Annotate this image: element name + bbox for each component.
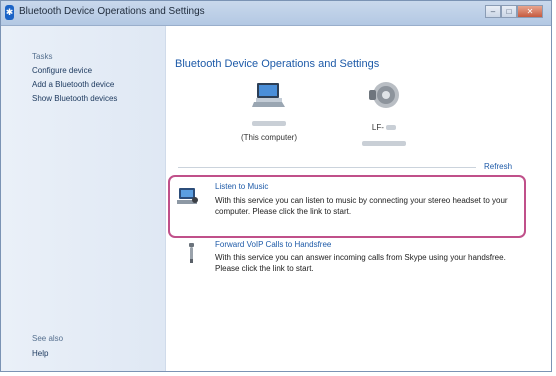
- close-button[interactable]: ✕: [517, 5, 543, 18]
- see-also-heading: See also: [32, 334, 64, 343]
- sidebar-link-configure-device[interactable]: Configure device: [32, 66, 92, 75]
- sidebar-link-show-devices[interactable]: Show Bluetooth devices: [32, 94, 117, 103]
- headset-device[interactable]: LF-: [356, 78, 412, 153]
- sidebar-heading: Tasks: [32, 52, 53, 61]
- computer-device[interactable]: (This computer): [234, 80, 304, 142]
- bluetooth-settings-window: ✱ Bluetooth Device Operations and Settin…: [0, 0, 552, 372]
- maximize-button[interactable]: □: [501, 5, 517, 18]
- window-title: Bluetooth Device Operations and Settings: [19, 6, 205, 17]
- sidebar: Tasks Configure device Add a Bluetooth d…: [1, 26, 166, 371]
- sidebar-link-add-device[interactable]: Add a Bluetooth device: [32, 80, 114, 89]
- refresh-link[interactable]: Refresh: [484, 162, 512, 171]
- window-controls: – □ ✕: [485, 5, 543, 19]
- service-forward-voip[interactable]: Forward VoIP Calls to Handsfree With thi…: [170, 236, 510, 292]
- service-description: With this service you can answer incomin…: [215, 253, 506, 273]
- laptop-icon: [252, 83, 285, 107]
- service-description: With this service you can listen to musi…: [215, 196, 508, 216]
- service-listen-to-music[interactable]: Listen to Music With this service you ca…: [170, 178, 510, 234]
- bluetooth-icon: ✱: [5, 5, 14, 20]
- title-bar[interactable]: ✱ Bluetooth Device Operations and Settin…: [1, 1, 551, 26]
- headset-address-redacted: [362, 141, 406, 147]
- minimize-button[interactable]: –: [485, 5, 501, 18]
- music-service-icon: [177, 188, 198, 204]
- service-title[interactable]: Forward VoIP Calls to Handsfree: [215, 240, 331, 249]
- computer-caption: (This computer): [240, 133, 297, 142]
- headset-name: LF-: [371, 123, 384, 132]
- main-content: Bluetooth Device Operations and Settings…: [166, 26, 551, 371]
- handsfree-service-icon: [189, 243, 194, 263]
- page-title: Bluetooth Device Operations and Settings: [175, 58, 380, 70]
- computer-name-redacted: [252, 121, 286, 127]
- headset-icon: [369, 82, 399, 108]
- help-link[interactable]: Help: [32, 349, 48, 358]
- service-title[interactable]: Listen to Music: [215, 182, 268, 191]
- headset-name-redacted: [386, 125, 397, 131]
- section-divider: [178, 167, 476, 168]
